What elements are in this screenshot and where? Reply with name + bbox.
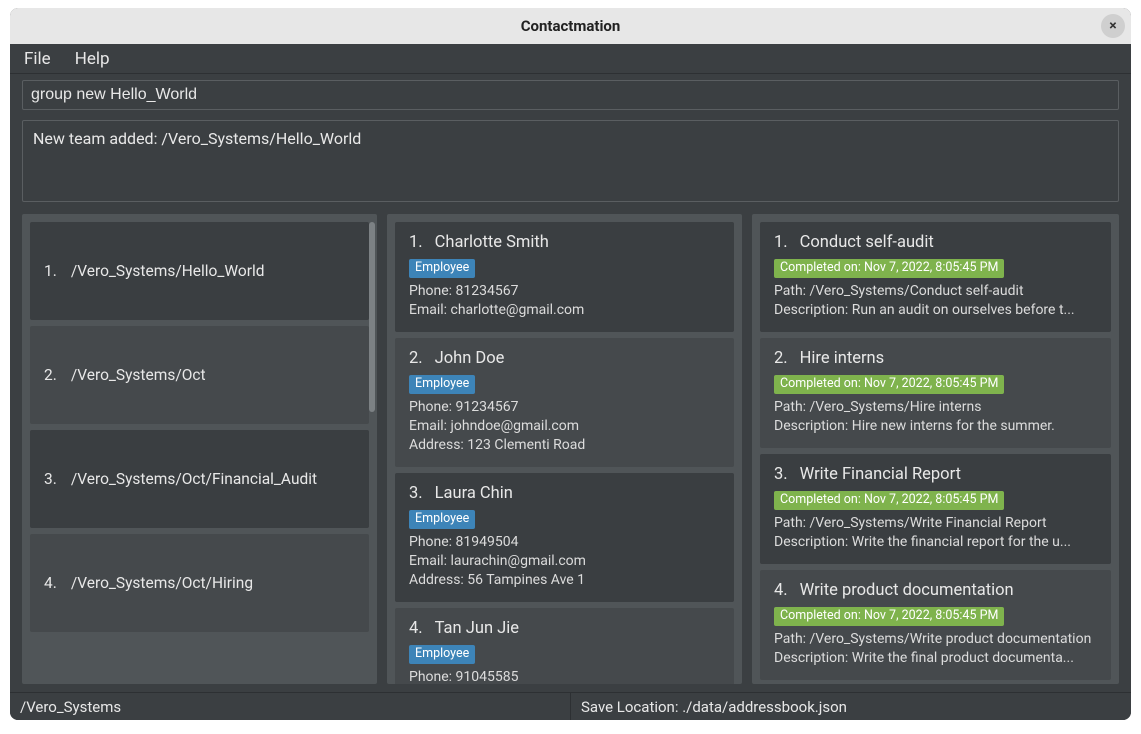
group-item[interactable]: 4. /Vero_Systems/Oct/Hiring [30, 534, 369, 632]
menu-help[interactable]: Help [75, 49, 110, 69]
status-current-path: /Vero_Systems [10, 693, 571, 720]
task-desc: Description: Write the financial report … [774, 533, 1097, 552]
task-card[interactable]: 3. Write Financial Report Completed on: … [760, 454, 1111, 564]
menubar: File Help [10, 44, 1131, 74]
task-title: Hire interns [800, 348, 885, 370]
person-name: Laura Chin [435, 483, 513, 505]
columns: 1. /Vero_Systems/Hello_World 2. /Vero_Sy… [10, 210, 1131, 692]
completed-badge: Completed on: Nov 7, 2022, 8:05:45 PM [774, 375, 1004, 394]
app-title: Contactmation [521, 17, 621, 35]
person-card[interactable]: 4. Tan Jun Jie Employee Phone: 91045585 … [395, 608, 734, 684]
person-num: 3. [409, 483, 423, 505]
group-num: 2. [44, 366, 57, 384]
person-card[interactable]: 3. Laura Chin Employee Phone: 81949504 E… [395, 473, 734, 602]
group-item[interactable]: 1. /Vero_Systems/Hello_World [30, 222, 369, 320]
group-path: /Vero_Systems/Oct/Financial_Audit [71, 470, 317, 488]
statusbar: /Vero_Systems Save Location: ./data/addr… [10, 692, 1131, 720]
person-card[interactable]: 2. John Doe Employee Phone: 91234567 Ema… [395, 338, 734, 467]
group-num: 3. [44, 470, 57, 488]
person-num: 1. [409, 232, 423, 254]
person-name: John Doe [435, 348, 505, 370]
output-text: New team added: /Vero_Systems/Hello_Worl… [33, 129, 1108, 148]
task-title: Write product documentation [800, 580, 1014, 602]
task-path: Path: /Vero_Systems/Conduct self-audit [774, 282, 1097, 301]
person-phone: Phone: 81949504 [409, 533, 720, 552]
task-num: 1. [774, 232, 788, 254]
person-phone: Phone: 91234567 [409, 398, 720, 417]
task-desc: Description: Run an audit on ourselves b… [774, 301, 1097, 320]
task-path: Path: /Vero_Systems/Write Financial Repo… [774, 514, 1097, 533]
app-window: Contactmation × File Help New team added… [10, 8, 1131, 720]
task-path: Path: /Vero_Systems/Hire interns [774, 398, 1097, 417]
employee-badge: Employee [409, 259, 475, 278]
output-area: New team added: /Vero_Systems/Hello_Worl… [22, 120, 1119, 202]
task-num: 4. [774, 580, 788, 602]
group-list[interactable]: 1. /Vero_Systems/Hello_World 2. /Vero_Sy… [22, 214, 377, 684]
person-phone: Phone: 91045585 [409, 668, 720, 684]
command-input[interactable] [22, 80, 1119, 110]
group-num: 1. [44, 262, 57, 280]
person-name: Charlotte Smith [435, 232, 549, 254]
person-num: 4. [409, 618, 423, 640]
group-item[interactable]: 3. /Vero_Systems/Oct/Financial_Audit [30, 430, 369, 528]
task-list[interactable]: 1. Conduct self-audit Completed on: Nov … [752, 214, 1119, 684]
employee-badge: Employee [409, 645, 475, 664]
person-num: 2. [409, 348, 423, 370]
person-address: Address: 56 Tampines Ave 1 [409, 571, 720, 590]
task-title: Write Financial Report [800, 464, 961, 486]
person-email: Email: johndoe@gmail.com [409, 417, 720, 436]
menu-file[interactable]: File [24, 49, 51, 69]
task-card[interactable]: 1. Conduct self-audit Completed on: Nov … [760, 222, 1111, 332]
person-address: Address: 123 Clementi Road [409, 436, 720, 455]
titlebar: Contactmation × [10, 8, 1131, 44]
person-card[interactable]: 1. Charlotte Smith Employee Phone: 81234… [395, 222, 734, 332]
person-list[interactable]: 1. Charlotte Smith Employee Phone: 81234… [387, 214, 742, 684]
completed-badge: Completed on: Nov 7, 2022, 8:05:45 PM [774, 491, 1004, 510]
task-path: Path: /Vero_Systems/Write product docume… [774, 630, 1097, 649]
person-phone: Phone: 81234567 [409, 282, 720, 301]
group-num: 4. [44, 574, 57, 592]
person-email: Email: laurachin@gmail.com [409, 552, 720, 571]
scrollbar-thumb[interactable] [369, 222, 375, 412]
employee-badge: Employee [409, 375, 475, 394]
group-path: /Vero_Systems/Oct/Hiring [71, 574, 253, 592]
close-icon[interactable]: × [1101, 14, 1125, 38]
completed-badge: Completed on: Nov 7, 2022, 8:05:45 PM [774, 259, 1004, 278]
group-path: /Vero_Systems/Hello_World [71, 262, 265, 280]
task-desc: Description: Hire new interns for the su… [774, 417, 1097, 436]
status-save-location: Save Location: ./data/addressbook.json [571, 693, 1131, 720]
task-desc: Description: Write the final product doc… [774, 649, 1097, 668]
group-item[interactable]: 2. /Vero_Systems/Oct [30, 326, 369, 424]
task-num: 3. [774, 464, 788, 486]
task-card[interactable]: 2. Hire interns Completed on: Nov 7, 202… [760, 338, 1111, 448]
group-path: /Vero_Systems/Oct [71, 366, 206, 384]
person-name: Tan Jun Jie [435, 618, 519, 640]
employee-badge: Employee [409, 510, 475, 529]
task-title: Conduct self-audit [800, 232, 934, 254]
completed-badge: Completed on: Nov 7, 2022, 8:05:45 PM [774, 607, 1004, 626]
task-num: 2. [774, 348, 788, 370]
task-card[interactable]: 4. Write product documentation Completed… [760, 570, 1111, 680]
person-email: Email: charlotte@gmail.com [409, 301, 720, 320]
